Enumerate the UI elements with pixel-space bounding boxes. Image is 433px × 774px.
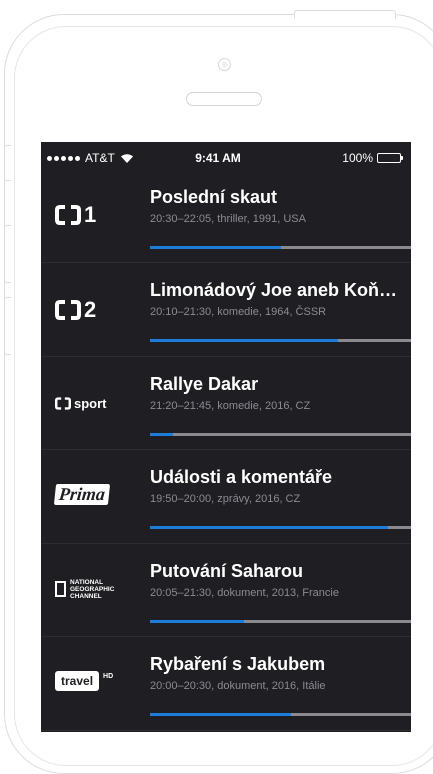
channel-row[interactable]: sport Rallye Dakar 21:20–21:45, komedie,… <box>41 357 411 450</box>
mute-switch <box>4 145 11 181</box>
channel-row[interactable]: 2 Limonádový Joe aneb Koňská opera 20:10… <box>41 263 411 357</box>
program-progress <box>150 246 411 249</box>
natgeo-logo-text: NATIONAL GEOGRAPHIC CHANNEL <box>70 578 115 600</box>
program-meta: 20:10–21:30, komedie, 1964, ČSSR <box>150 306 327 318</box>
program-progress <box>150 713 411 716</box>
app-screen: AT&T 9:41 AM 100% 1 Poslední skaut 20:30… <box>41 142 411 732</box>
prima-logo-icon: Prima <box>53 484 139 505</box>
program-meta: 20:05–21:30, dokument, 2013, Francie <box>150 586 339 599</box>
volume-down-button <box>4 297 11 355</box>
program-meta: 20:30–22:05, thriller, 1991, USA <box>150 213 306 225</box>
power-button <box>294 10 396 19</box>
program-title: Limonádový Joe aneb Koňská opera <box>150 280 398 300</box>
channel-row[interactable]: travel HD Rybaření s Jakubem 20:00–20:30… <box>41 637 411 731</box>
battery-status: 100% <box>342 151 403 165</box>
channel-list: 1 Poslední skaut 20:30–22:05, thriller, … <box>41 174 411 731</box>
program-meta: 19:50–20:00, zprávy, 2016, CZ <box>150 493 301 505</box>
ct2-logo-text: 2 <box>84 297 97 322</box>
program-meta: 20:00–20:30, dokument, 2016, Itálie <box>150 680 326 692</box>
battery-icon <box>377 153 403 163</box>
ct1-logo-text: 1 <box>84 202 97 227</box>
volume-up-button <box>4 225 11 283</box>
front-camera <box>218 58 231 71</box>
channel-row[interactable]: NATIONAL GEOGRAPHIC CHANNEL Putování Sahar… <box>41 544 411 637</box>
travel-logo-text: travel <box>55 671 100 691</box>
program-title: Rybaření s Jakubem <box>150 654 326 674</box>
program-title: Poslední skaut <box>150 187 278 207</box>
program-progress <box>150 526 411 529</box>
program-progress <box>150 432 411 436</box>
earpiece-speaker <box>186 92 262 106</box>
program-title: Události a komentáře <box>150 467 333 487</box>
prima-logo-text: Prima <box>53 484 111 505</box>
status-bar: AT&T 9:41 AM 100% <box>41 142 411 174</box>
hd-badge: HD <box>103 672 114 680</box>
channel-row[interactable]: Prima Události a komentáře 19:50–20:00, … <box>41 450 411 544</box>
channel-row[interactable]: 1 Poslední skaut 20:30–22:05, thriller, … <box>41 174 411 263</box>
program-title: Putování Saharou <box>150 560 304 581</box>
ct2-logo-icon: 2 <box>55 299 139 321</box>
program-progress <box>150 339 411 342</box>
ct-sport-logo-icon: sport <box>55 396 139 411</box>
battery-percent: 100% <box>342 151 373 165</box>
program-progress <box>150 619 411 623</box>
program-title: Rallye Dakar <box>150 373 259 394</box>
natgeo-logo-icon: NATIONAL GEOGRAPHIC CHANNEL <box>55 579 139 600</box>
program-meta: 21:20–21:45, komedie, 2016, CZ <box>150 399 311 412</box>
ct-sport-logo-text: sport <box>74 395 107 411</box>
travel-channel-logo-icon: travel HD <box>55 671 139 691</box>
ct1-logo-icon: 1 <box>55 204 139 226</box>
